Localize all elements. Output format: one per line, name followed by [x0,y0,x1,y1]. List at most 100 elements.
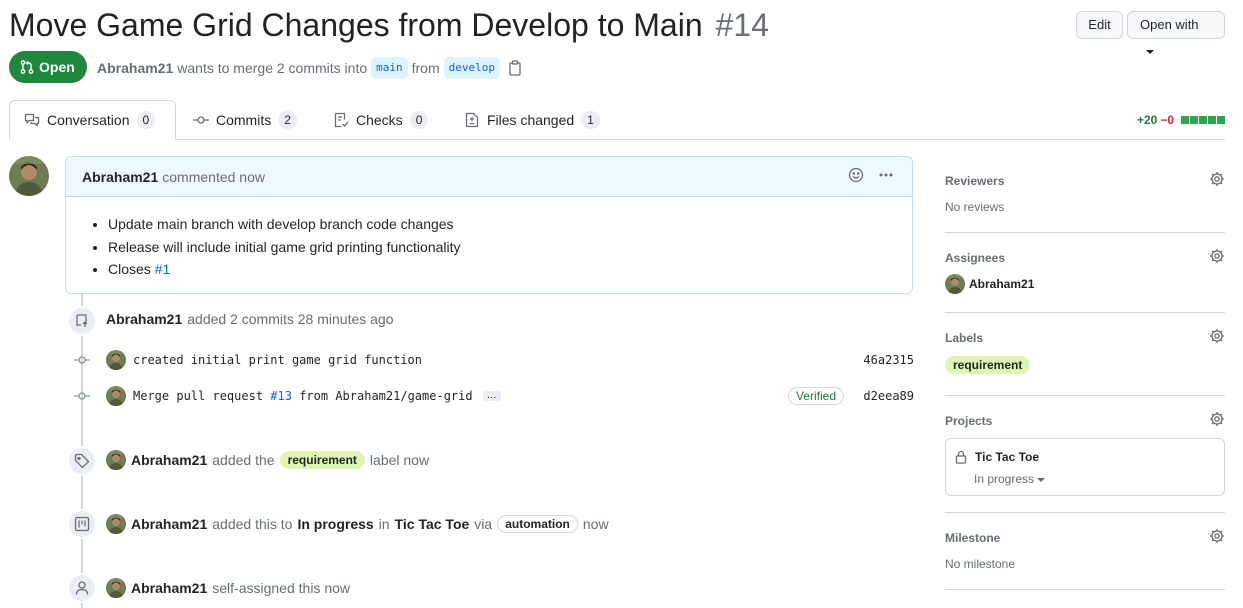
sidebar-milestone-title[interactable]: Milestone [945,531,1225,545]
base-branch[interactable]: main [371,57,408,79]
head-branch[interactable]: develop [443,57,500,79]
issue-link[interactable]: #1 [155,261,171,277]
event-text-post: label now [369,452,430,468]
milestone-value: No milestone [945,557,1016,571]
comment-author[interactable]: Abraham21 [82,169,158,185]
tab-commits[interactable]: Commits 2 [179,100,311,140]
event-text-pre: added this to [212,516,293,532]
list-item: Release will include initial game grid p… [108,236,896,259]
avatar[interactable] [106,386,126,406]
merge-text: wants to merge 2 commits into [177,60,368,76]
tab-conversation-count: 0 [136,111,156,129]
commit-sha[interactable]: d2eea89 [863,389,914,403]
pr-merge-summary: Abraham21 wants to merge 2 commits into … [97,57,522,79]
tab-conversation-label: Conversation [47,112,130,128]
project-status-select[interactable]: In progress [974,472,1046,486]
diffstat-bar [1180,116,1226,124]
expand-commit-button[interactable]: … [482,391,501,401]
tab-conversation[interactable]: Conversation 0 [9,100,176,140]
sidebar-divider [945,232,1225,233]
avatar[interactable] [106,450,126,470]
avatar[interactable] [106,350,126,370]
pr-author-link[interactable]: Abraham21 [97,58,173,78]
kebab-horizontal-icon[interactable] [878,167,894,183]
label-badge[interactable]: requirement [279,451,365,469]
open-with-label: Open with [1140,17,1199,32]
tab-commits-label: Commits [216,112,272,128]
git-commit-icon [74,388,90,404]
person-icon [67,573,97,603]
file-diff-icon [465,112,479,128]
tab-files-changed-label: Files changed [487,112,575,128]
commit-sha[interactable]: 46a2315 [863,353,914,367]
avatar[interactable] [106,514,126,534]
commits-event: Abraham21 added 2 commits 28 minutes ago [106,311,394,327]
caret-down-icon [1146,49,1154,54]
gear-icon[interactable] [1209,171,1225,187]
diffstat: +20 −0 [1137,113,1226,127]
diffstat-deletions: −0 [1160,113,1175,127]
event-text-in: in [378,516,390,532]
gear-icon[interactable] [1209,328,1225,344]
avatar[interactable] [106,578,126,598]
sidebar-labels-title[interactable]: Labels [945,331,1225,345]
event-author[interactable]: Abraham21 [131,516,207,532]
sidebar-reviewers-title[interactable]: Reviewers [945,174,1225,188]
edit-button[interactable]: Edit [1076,11,1123,39]
comment-discussion-icon [24,113,40,127]
copy-icon[interactable] [508,60,522,76]
gear-icon[interactable] [1209,248,1225,264]
automation-badge[interactable]: automation [497,515,578,533]
tab-checks-label: Checks [356,112,403,128]
event-text-pre: added the [212,452,275,468]
tab-commits-count: 2 [278,111,297,129]
label-badge[interactable]: requirement [945,356,1031,374]
closes-text: Closes [108,261,151,277]
sidebar-assignees-title[interactable]: Assignees [945,251,1225,265]
event-text: self-assigned this now [212,580,351,596]
checklist-icon [334,112,349,128]
sidebar-projects: Projects [945,411,1225,428]
gear-icon[interactable] [1209,411,1225,427]
sidebar-projects-title[interactable]: Projects [945,414,1225,428]
project-event: Abraham21 added this to In progress in T… [106,514,609,534]
pr-link[interactable]: #13 [270,389,292,403]
pr-state-badge: Open [9,51,87,83]
lock-icon [955,450,967,464]
sidebar-divider [945,512,1225,513]
commit-message-pre: Merge pull request [133,389,264,403]
gear-icon[interactable] [1209,528,1225,544]
comment-body: Update main branch with develop branch c… [66,197,912,281]
sidebar-reviewers: Reviewers No reviews [945,171,1225,214]
commit-row: created initial print game grid function… [74,349,914,371]
event-author[interactable]: Abraham21 [131,452,207,468]
assignee-name: Abraham21 [969,277,1035,291]
pr-title: Move Game Grid Changes from Develop to M… [9,4,769,46]
tab-files-changed[interactable]: Files changed 1 [450,100,614,140]
project-column-link[interactable]: In progress [297,516,373,532]
tab-files-changed-count: 1 [581,111,600,129]
comment-action[interactable]: commented now [162,169,265,185]
open-with-button[interactable]: Open with [1127,11,1225,54]
tab-checks[interactable]: Checks 0 [319,100,442,140]
comment-header: Abraham21 commented now [66,157,912,197]
sidebar-assignees: Assignees Abraham21 [945,248,1225,294]
event-author[interactable]: Abraham21 [106,311,182,327]
project-status: In progress [974,472,1035,486]
project-icon [67,509,97,539]
git-pull-request-icon [20,60,34,74]
commit-message[interactable]: Merge pull request #13 from Abraham21/ga… [133,389,473,403]
event-author[interactable]: Abraham21 [131,580,207,596]
avatar[interactable] [9,156,49,196]
event-text-via: via [474,516,493,532]
project-name[interactable]: Tic Tac Toe [975,450,1039,464]
smiley-icon[interactable] [848,167,864,183]
sidebar-labels: Labels requirement [945,328,1225,374]
event-text: added 2 commits 28 minutes ago [187,311,394,327]
project-link[interactable]: Tic Tac Toe [395,516,470,532]
project-card: Tic Tac Toe In progress [945,438,1225,496]
assignee[interactable]: Abraham21 [945,274,1225,294]
verified-badge[interactable]: Verified [787,387,844,405]
tab-checks-count: 0 [409,111,429,129]
commit-message[interactable]: created initial print game grid function [133,353,422,367]
